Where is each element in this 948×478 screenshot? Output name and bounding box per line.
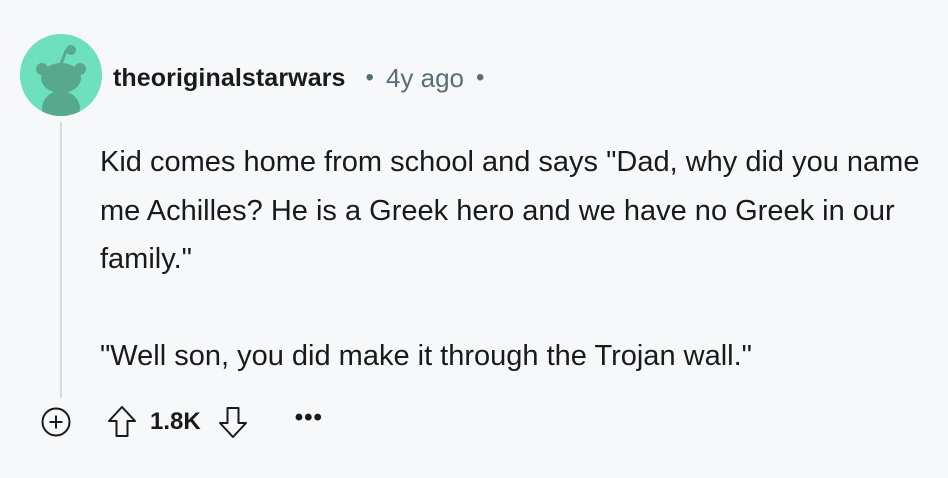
comment-actions: 1.8K ••• — [38, 400, 323, 444]
more-options-button[interactable]: ••• — [295, 406, 323, 438]
comment-header: theoriginalstarwars • 4y ago • — [113, 58, 484, 98]
comment-author[interactable]: theoriginalstarwars — [113, 64, 346, 93]
downvote-arrow-icon — [218, 407, 247, 438]
meta-separator: • — [365, 64, 374, 91]
avatar[interactable] — [20, 34, 102, 116]
comment-age: 4y ago — [385, 62, 465, 93]
expand-thread-button[interactable] — [38, 404, 74, 440]
plus-circle-icon — [41, 407, 71, 437]
comment-paragraph-1: Kid comes home from school and says "Dad… — [100, 146, 920, 275]
upvote-button[interactable] — [104, 402, 140, 442]
comment-paragraph-2: "Well son, you did make it through the T… — [100, 339, 752, 372]
upvote-arrow-icon — [108, 406, 136, 437]
comment-body: Kid comes home from school and says "Dad… — [100, 138, 930, 380]
meta-separator-trailing: • — [476, 64, 485, 91]
vote-score: 1.8K — [150, 408, 201, 435]
snoo-avatar-icon — [20, 34, 102, 116]
downvote-button[interactable] — [215, 402, 251, 442]
thread-line[interactable] — [60, 122, 62, 398]
